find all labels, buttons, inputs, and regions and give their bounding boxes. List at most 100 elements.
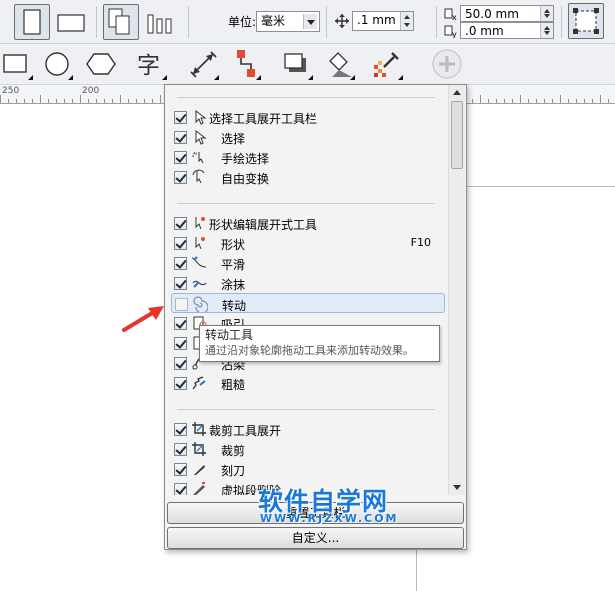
tool-checkbox[interactable] (174, 463, 187, 476)
ellipse-tool[interactable] (40, 47, 74, 81)
ruler-tick (112, 99, 113, 103)
duplicate-y-input[interactable]: .0 mm (460, 22, 554, 39)
flyout-corner-icon (214, 75, 219, 80)
ruler-tick (480, 95, 481, 103)
all-pages-button[interactable] (103, 4, 139, 40)
scroll-thumb[interactable] (451, 101, 463, 169)
tool-list-item[interactable]: 手绘选择 (171, 147, 445, 167)
tool-checkbox[interactable] (174, 131, 187, 144)
tool-checkbox[interactable] (175, 298, 188, 311)
tool-list-item[interactable]: 平滑 (171, 253, 445, 273)
tool-checkbox[interactable] (174, 337, 187, 350)
connector-tool[interactable] (228, 47, 262, 81)
tool-list-item[interactable]: 选择 (171, 127, 445, 147)
smooth-icon (191, 256, 207, 268)
tool-list-item[interactable]: 选择工具展开工具栏 (171, 107, 445, 127)
ruler-tick (552, 99, 553, 103)
tool-list-item[interactable]: 形状 F10 (171, 233, 445, 253)
section-divider (177, 97, 435, 98)
tool-checkbox[interactable] (174, 151, 187, 164)
landscape-button[interactable] (53, 4, 89, 40)
ruler-tick (0, 95, 1, 103)
rectangle-tool[interactable] (0, 47, 34, 81)
tool-checkbox[interactable] (174, 237, 187, 250)
duplicate-x-input[interactable]: 50.0 mm (460, 5, 554, 22)
scroll-up-icon[interactable] (453, 90, 461, 95)
section-divider (177, 203, 435, 204)
separator (561, 6, 562, 38)
tool-list-item[interactable]: 形状编辑展开式工具 (171, 213, 445, 233)
current-page-button[interactable] (143, 4, 179, 40)
watermark-url: WWW.RJZXW.COM (260, 512, 399, 525)
tool-checkbox[interactable] (174, 111, 187, 124)
svg-text:字: 字 (137, 53, 160, 79)
duplicate-y-icon: y (444, 25, 457, 38)
ruler-tick (120, 95, 121, 103)
ruler-tick (600, 95, 601, 103)
chevron-down-icon (303, 14, 317, 29)
portrait-button[interactable] (14, 4, 50, 40)
customize-button[interactable]: 自定义... (167, 527, 464, 549)
page-border-button[interactable] (568, 3, 604, 39)
spinner-arrows-icon[interactable] (540, 6, 553, 21)
tool-checkbox[interactable] (174, 317, 187, 330)
pick-icon (195, 109, 207, 125)
text-tool[interactable]: 字 (134, 47, 168, 81)
tool-list-item-label: 转动 (222, 299, 247, 313)
ruler-tick (80, 95, 81, 103)
free-transform-icon (192, 169, 205, 184)
tool-list-item-label: 裁剪工具展开 (209, 424, 282, 438)
tool-checkbox[interactable] (174, 171, 187, 184)
nudge-distance-input[interactable]: .1 mm (352, 11, 414, 31)
ruler-tick (528, 99, 529, 103)
tool-checkbox[interactable] (174, 377, 187, 390)
ruler-label: 200 (82, 86, 100, 96)
tool-list-item[interactable]: 粗糙 (171, 373, 445, 393)
scroll-down-icon[interactable] (453, 485, 461, 490)
dimension-tool[interactable] (186, 47, 220, 81)
spinner-arrows-icon[interactable] (540, 23, 553, 38)
tool-list-item[interactable]: 涂抹 (171, 273, 445, 293)
tool-list-item[interactable]: 裁剪 (171, 439, 445, 459)
tool-list-item-label: 平滑 (221, 258, 246, 272)
tool-list-item[interactable]: 裁剪工具展开 (171, 419, 445, 439)
polygon-tool[interactable] (84, 47, 118, 81)
all-pages-icon (108, 8, 130, 35)
unit-select[interactable]: 毫米 (256, 11, 320, 32)
tool-checkbox[interactable] (174, 443, 187, 456)
tool-checkbox[interactable] (174, 257, 187, 270)
panel-scrollbar[interactable] (448, 85, 465, 495)
ruler-tick (544, 99, 545, 103)
eyedropper-tool[interactable] (370, 47, 404, 81)
flyout-corner-icon (28, 75, 33, 80)
tool-checkbox[interactable] (174, 277, 187, 290)
ruler-tick (104, 99, 105, 103)
tool-checkbox[interactable] (174, 423, 187, 436)
duplicate-x-icon: x (444, 8, 457, 21)
tool-list-item[interactable]: 转动 (171, 293, 445, 313)
flyout-corner-icon (162, 75, 167, 80)
fill-tool[interactable] (322, 47, 356, 81)
ruler-tick (64, 99, 65, 103)
watermark: 软件自学网 WWW.RJZXW.COM (258, 482, 408, 530)
tool-list-item[interactable]: 自由变换 (171, 167, 445, 187)
tool-checkbox[interactable] (174, 483, 187, 495)
shortcut-label: F10 (410, 236, 431, 249)
nudge-icon (335, 14, 349, 28)
separator (188, 6, 189, 38)
current-page-icon (147, 14, 172, 34)
tool-list-item-label: 选择 (221, 132, 246, 146)
ruler-tick (584, 99, 585, 103)
tool-list-item[interactable]: 刻刀 (171, 459, 445, 479)
ruler-label: 250 (2, 86, 20, 96)
spinner-arrows-icon[interactable] (400, 12, 413, 30)
drop-shadow-tool[interactable] (280, 47, 314, 81)
tool-list-item-label: 自由变换 (221, 172, 270, 186)
tool-checkbox[interactable] (174, 357, 187, 370)
ruler-tick (152, 99, 153, 103)
unit-select-value: 毫米 (261, 14, 286, 28)
add-tool-button[interactable] (430, 47, 464, 81)
flyout-corner-icon (256, 75, 261, 80)
tool-checkbox[interactable] (174, 217, 187, 230)
ruler-tick (136, 99, 137, 103)
